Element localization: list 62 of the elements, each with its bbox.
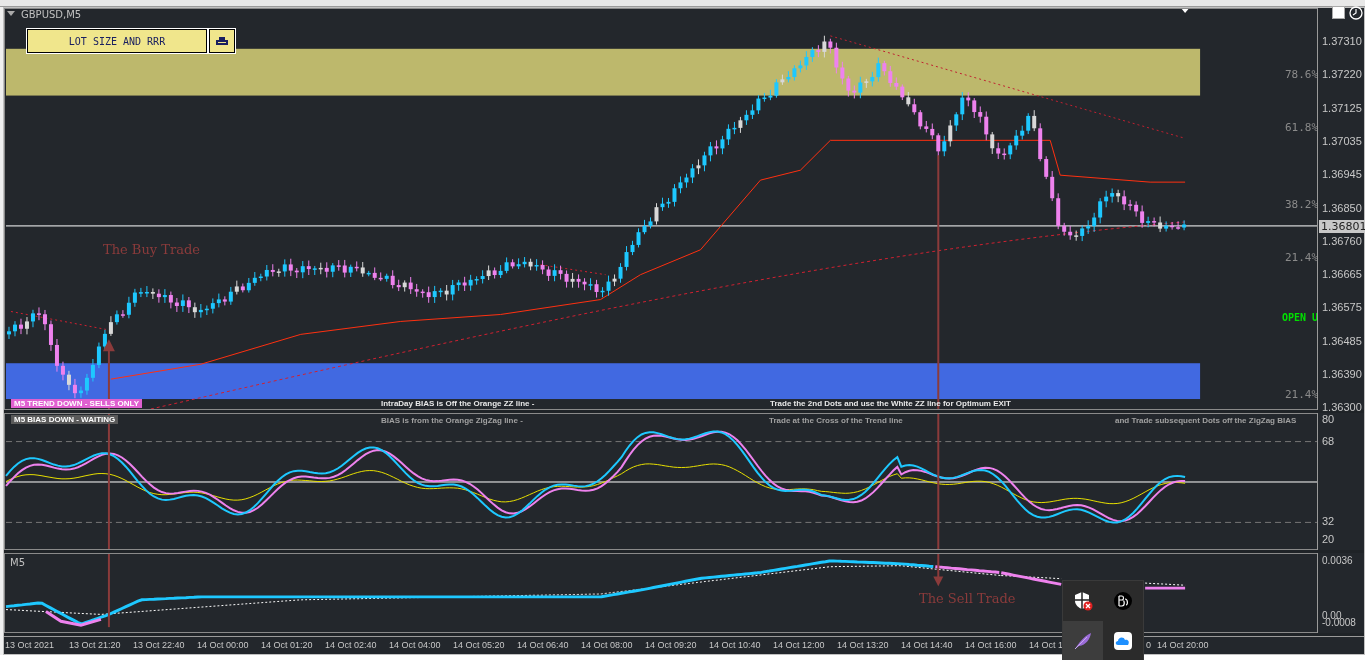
lot-size-button[interactable]: LOT SIZE AND RRR xyxy=(27,29,207,53)
indicator-note: IntraDay BIAS is Off the Orange ZZ line - xyxy=(381,399,535,408)
price-tick: 1.37035 xyxy=(1322,134,1362,147)
time-tick: 14 Oct 14:40 xyxy=(901,640,953,651)
price-tick: 1.37310 xyxy=(1322,35,1362,47)
indicator-tick: 0.0036 xyxy=(1322,555,1353,567)
indicator-note: Trade at the Cross of the Trend line xyxy=(769,416,903,425)
price-tick: 1.36945 xyxy=(1322,168,1362,181)
tool-button[interactable] xyxy=(209,29,235,53)
time-tick: 13 Oct 22:40 xyxy=(133,640,185,651)
oscillator-tick: 20 xyxy=(1322,533,1335,545)
price-tick: 1.37220 xyxy=(1322,68,1362,81)
time-tick: 13 Oct 2021 xyxy=(5,640,55,651)
indicator-note: BIAS is from the Orange ZigZag line - xyxy=(381,416,523,425)
time-tick: 14 Oct 04:00 xyxy=(389,640,441,651)
shield-icon xyxy=(1073,591,1093,611)
indicator-lines-drawing xyxy=(1144,582,1186,590)
oscillator-tick: 68 xyxy=(1322,435,1335,447)
time-tick: 14 Oct 10:40 xyxy=(709,640,761,651)
time-tick: 14 Oct 02:40 xyxy=(325,640,377,651)
cloud-icon xyxy=(1113,631,1133,651)
clock-icon[interactable] xyxy=(1349,6,1363,20)
oscillator-tick: 32 xyxy=(1322,515,1335,527)
dropdown-marker-icon[interactable] xyxy=(1180,9,1191,13)
down-arrow xyxy=(933,554,944,587)
price-tick: 1.36665 xyxy=(1322,268,1362,281)
pane-title: M5 xyxy=(10,557,25,568)
chart-title: GBPUSD,M5 xyxy=(21,9,82,20)
time-tick: 14 Oct 08:00 xyxy=(581,640,633,651)
time-tick: 0 xyxy=(1146,640,1151,651)
price-tick: 1.37125 xyxy=(1322,101,1362,114)
printer-icon xyxy=(216,37,228,45)
price-tick: 1.36390 xyxy=(1322,368,1362,380)
trend-badge: M5 TREND DOWN - SELLS ONLY xyxy=(11,399,143,408)
time-tick: 13 Oct 21:20 xyxy=(69,640,121,651)
trade-annotation: The Sell Trade xyxy=(919,591,1016,606)
time-tick: 14 Oct 12:00 xyxy=(773,640,825,651)
price-tick: 1.36300 xyxy=(1322,401,1362,414)
time-tick: 14 Oct 1 xyxy=(1029,640,1064,651)
time-tick: 14 Oct 06:40 xyxy=(517,640,569,651)
indicator-note: and Trade subsequent Dots off the ZigZag BIAS xyxy=(1115,416,1297,425)
price-tick: 1.36485 xyxy=(1322,334,1362,347)
time-tick: 14 Oct 09:20 xyxy=(645,640,697,651)
circle-logo-icon xyxy=(1113,591,1133,611)
price-tick: 1.36760 xyxy=(1322,234,1362,247)
bias-badge: M5 BIAS DOWN - WAITING xyxy=(11,415,119,424)
feather-icon xyxy=(1073,631,1093,651)
time-tick: 14 Oct 05:20 xyxy=(453,640,505,651)
caret-icon[interactable] xyxy=(7,11,15,17)
time-tick: 14 Oct 01:20 xyxy=(261,640,313,651)
trade-annotation: The Buy Trade xyxy=(103,242,200,257)
price-tick: 1.36850 xyxy=(1322,201,1362,214)
open-label: OPEN U xyxy=(1282,312,1317,323)
time-tick: 14 Oct 13:20 xyxy=(837,640,889,651)
indicator-note: Trade the 2nd Dots and use the White ZZ line for Optimum EXIT xyxy=(770,399,1011,408)
time-tick: 14 Oct 20:00 xyxy=(1157,640,1209,651)
price-tick: 1.36575 xyxy=(1322,301,1362,314)
time-tick: 14 Oct 16:00 xyxy=(965,640,1017,651)
current-price-label: 1.36801 xyxy=(1319,220,1365,233)
indicator-tick: -0.0008 xyxy=(1322,617,1356,629)
time-tick: 14 Oct 00:00 xyxy=(197,640,249,651)
oscillator-tick: 80 xyxy=(1322,413,1335,425)
